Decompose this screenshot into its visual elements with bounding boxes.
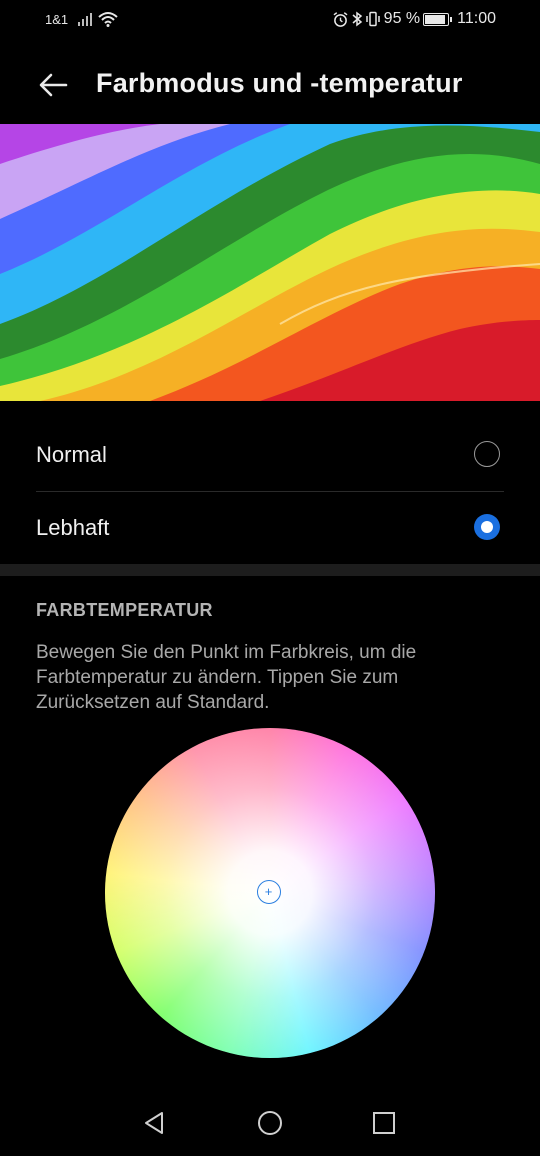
page-title: Farbmodus und -temperatur (96, 68, 463, 98)
radio-lebhaft[interactable] (474, 514, 500, 540)
alarm-icon (333, 11, 348, 27)
mode-label-lebhaft: Lebhaft (36, 515, 110, 540)
back-triangle-icon[interactable] (140, 1108, 170, 1138)
section-separator (0, 564, 540, 576)
nav-bar (0, 1090, 540, 1156)
mode-label-normal: Normal (36, 442, 107, 467)
mode-option-normal[interactable]: Normal (36, 420, 504, 492)
rainbow-preview-image (0, 124, 540, 401)
app-bar: Farbmodus und -temperatur (0, 46, 540, 122)
crosshair-plus-icon[interactable]: + (257, 880, 281, 904)
divider (36, 491, 504, 492)
status-left: 1&1 (45, 11, 118, 27)
radio-normal[interactable] (474, 441, 500, 467)
battery-icon (423, 12, 453, 26)
section-title-farbtemperatur: FARBTEMPERATUR (36, 600, 213, 620)
wifi-icon (98, 12, 118, 27)
status-right: 95 % 11:00 (333, 10, 496, 28)
vibrate-icon (365, 11, 380, 27)
battery-percent: 95 % (383, 10, 421, 27)
home-circle-icon[interactable] (255, 1108, 285, 1138)
signal-icon (78, 13, 93, 26)
clock: 11:00 (457, 10, 496, 27)
back-arrow-icon[interactable] (36, 68, 70, 102)
carrier-label: 1&1 (45, 11, 69, 27)
recents-square-icon[interactable] (369, 1108, 399, 1138)
mode-option-lebhaft[interactable]: Lebhaft (36, 493, 504, 565)
status-bar: 1&1 95 % 11:00 (0, 0, 540, 40)
color-wheel[interactable]: + (105, 728, 435, 1058)
temperature-description: Bewegen Sie den Punkt im Farbkreis, um d… (36, 642, 417, 713)
bluetooth-icon (352, 11, 362, 27)
